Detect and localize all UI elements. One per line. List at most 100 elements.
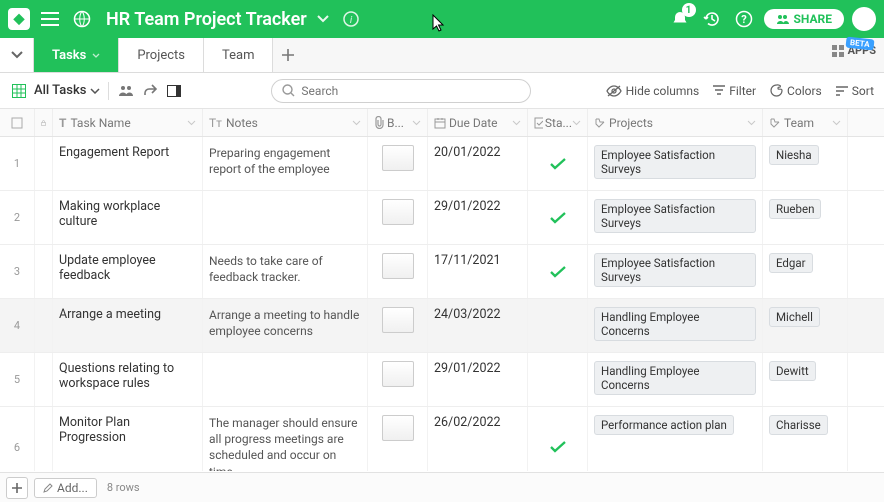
- add-row-button[interactable]: [6, 477, 28, 499]
- chevron-down-icon[interactable]: [352, 120, 361, 126]
- project-chip[interactable]: Employee Satisfaction Surveys: [594, 199, 756, 233]
- attachment-thumbnail[interactable]: [382, 145, 414, 171]
- project-cell[interactable]: Performance action plan: [588, 407, 763, 471]
- project-chip[interactable]: Handling Employee Concerns: [594, 361, 756, 395]
- table-row[interactable]: 5Questions relating to workspace rules29…: [0, 353, 884, 407]
- row-number[interactable]: 1: [0, 137, 35, 190]
- chevron-down-icon[interactable]: [512, 120, 521, 126]
- team-cell[interactable]: Dewitt: [763, 353, 848, 406]
- task-name-cell[interactable]: Making workplace culture: [53, 191, 203, 244]
- due-date-cell[interactable]: 29/01/2022: [428, 191, 528, 244]
- notes-cell[interactable]: Preparing engagement report of the emplo…: [203, 137, 368, 190]
- filter-button[interactable]: Filter: [713, 84, 756, 98]
- project-cell[interactable]: Employee Satisfaction Surveys: [588, 245, 763, 298]
- row-number[interactable]: 6: [0, 407, 35, 471]
- layout-icon[interactable]: [165, 82, 183, 100]
- table-row[interactable]: 3Update employee feedbackNeeds to take c…: [0, 245, 884, 299]
- attachment-cell[interactable]: [368, 245, 428, 298]
- team-chip[interactable]: Edgar: [769, 253, 813, 273]
- share-button[interactable]: SHARE: [764, 9, 844, 29]
- chevron-down-icon[interactable]: [187, 120, 196, 126]
- help-icon[interactable]: ?: [732, 7, 756, 31]
- project-chip[interactable]: Performance action plan: [594, 415, 734, 435]
- notes-cell[interactable]: Arrange a meeting to handle employee con…: [203, 299, 368, 352]
- attachment-cell[interactable]: [368, 191, 428, 244]
- due-date-cell[interactable]: 26/02/2022: [428, 407, 528, 471]
- team-chip[interactable]: Rueben: [769, 199, 821, 219]
- history-icon[interactable]: [700, 7, 724, 31]
- chevron-down-icon[interactable]: [747, 120, 756, 126]
- project-chip[interactable]: Employee Satisfaction Surveys: [594, 253, 756, 287]
- due-date-cell[interactable]: 24/03/2022: [428, 299, 528, 352]
- grid-view-icon[interactable]: [10, 82, 28, 100]
- project-chip[interactable]: Handling Employee Concerns: [594, 307, 756, 341]
- select-all-checkbox[interactable]: [0, 109, 35, 136]
- column-projects[interactable]: Projects: [588, 109, 763, 136]
- table-row[interactable]: 2 Making workplace culture 29/01/2022 Emplo…: [0, 191, 884, 245]
- task-name-cell[interactable]: Questions relating to workspace rules: [53, 353, 203, 406]
- column-status[interactable]: Sta...: [528, 109, 588, 136]
- search-input[interactable]: [301, 84, 520, 98]
- attachment-thumbnail[interactable]: [382, 307, 414, 333]
- status-cell[interactable]: [528, 299, 588, 352]
- column-due-date[interactable]: Due Date: [428, 109, 528, 136]
- attachment-cell[interactable]: [368, 299, 428, 352]
- status-cell[interactable]: [528, 353, 588, 406]
- due-date-cell[interactable]: 17/11/2021: [428, 245, 528, 298]
- chevron-down-icon[interactable]: [92, 53, 100, 58]
- status-cell[interactable]: [528, 191, 588, 244]
- task-name-cell[interactable]: Engagement Report: [53, 137, 203, 190]
- add-menu-button[interactable]: Add...: [34, 478, 97, 498]
- notes-cell[interactable]: [203, 353, 368, 406]
- attachment-thumbnail[interactable]: [382, 253, 414, 279]
- people-icon[interactable]: [117, 82, 135, 100]
- lock-column-icon[interactable]: [35, 109, 53, 136]
- share-view-icon[interactable]: [141, 82, 159, 100]
- team-cell[interactable]: Edgar: [763, 245, 848, 298]
- project-cell[interactable]: Employee Satisfaction Surveys: [588, 137, 763, 190]
- chevron-down-icon[interactable]: [832, 120, 841, 126]
- search-input-wrap[interactable]: [271, 79, 531, 103]
- team-cell[interactable]: Michell: [763, 299, 848, 352]
- tab-projects[interactable]: Projects: [119, 38, 204, 72]
- row-number[interactable]: 4: [0, 299, 35, 352]
- apps-button[interactable]: APPS BETA: [832, 44, 876, 57]
- row-number[interactable]: 3: [0, 245, 35, 298]
- attachment-cell[interactable]: [368, 137, 428, 190]
- notifications-icon[interactable]: 1: [668, 7, 692, 31]
- table-row[interactable]: 4 Arrange a meetingArrange a meeting to h…: [0, 299, 884, 353]
- team-chip[interactable]: Dewitt: [769, 361, 816, 381]
- column-attachments[interactable]: B...: [368, 109, 428, 136]
- notes-cell[interactable]: [203, 191, 368, 244]
- task-name-cell[interactable]: Monitor Plan Progression: [53, 407, 203, 471]
- attachment-thumbnail[interactable]: [382, 361, 414, 387]
- team-chip[interactable]: Michell: [769, 307, 820, 327]
- hide-columns-button[interactable]: Hide columns: [606, 84, 700, 98]
- status-cell[interactable]: [528, 245, 588, 298]
- team-chip[interactable]: Niesha: [769, 145, 819, 165]
- attachment-thumbnail[interactable]: [382, 415, 414, 441]
- project-chip[interactable]: Employee Satisfaction Surveys: [594, 145, 756, 179]
- team-cell[interactable]: Niesha: [763, 137, 848, 190]
- tab-tasks[interactable]: Tasks: [34, 38, 119, 72]
- row-number[interactable]: 2: [0, 191, 35, 244]
- project-cell[interactable]: Handling Employee Concerns: [588, 299, 763, 352]
- page-title[interactable]: HR Team Project Tracker: [106, 9, 307, 30]
- view-selector[interactable]: All Tasks: [34, 83, 100, 98]
- table-row[interactable]: 1 Engagement ReportPreparing engagement r…: [0, 137, 884, 191]
- expand-sidebar-icon[interactable]: [0, 38, 34, 72]
- team-chip[interactable]: Charisse: [769, 415, 828, 435]
- column-notes[interactable]: Tт Notes: [203, 109, 368, 136]
- column-task-name[interactable]: T Task Name: [53, 109, 203, 136]
- task-name-cell[interactable]: Arrange a meeting: [53, 299, 203, 352]
- project-cell[interactable]: Handling Employee Concerns: [588, 353, 763, 406]
- colors-button[interactable]: Colors: [770, 84, 822, 98]
- add-tab-button[interactable]: [273, 38, 303, 72]
- status-cell[interactable]: [528, 407, 588, 471]
- row-number[interactable]: 5: [0, 353, 35, 406]
- attachment-cell[interactable]: [368, 407, 428, 471]
- team-cell[interactable]: Rueben: [763, 191, 848, 244]
- table-row[interactable]: 6Monitor Plan ProgressionThe manager sho…: [0, 407, 884, 471]
- user-avatar[interactable]: [852, 7, 876, 31]
- task-name-cell[interactable]: Update employee feedback: [53, 245, 203, 298]
